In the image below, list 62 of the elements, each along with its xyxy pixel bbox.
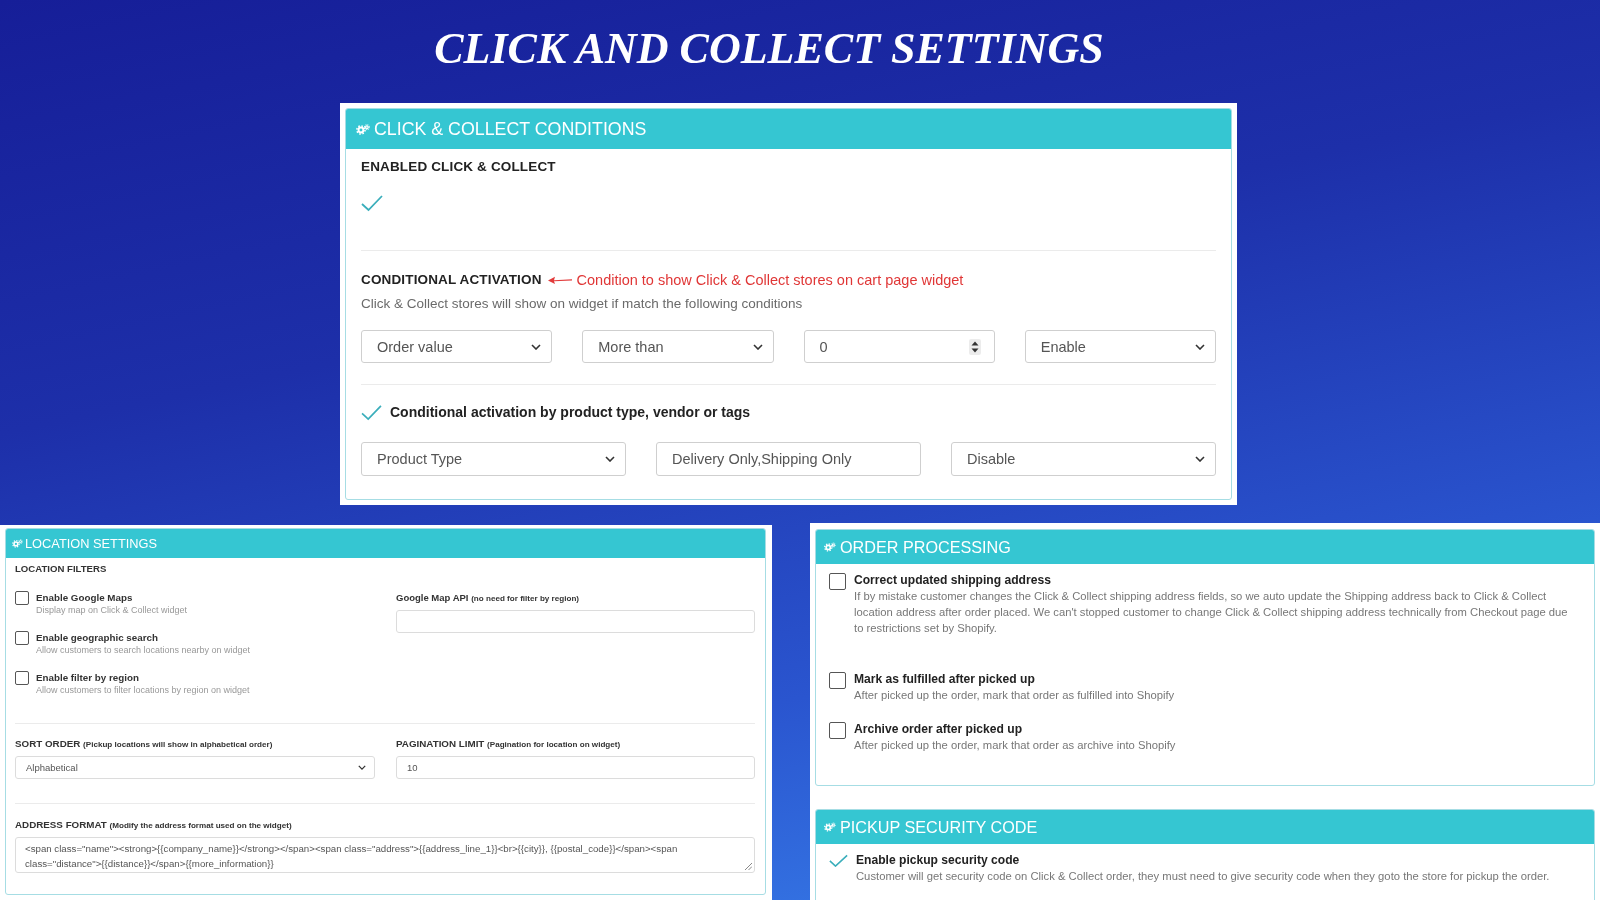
checkbox[interactable] (361, 403, 382, 421)
checkbox-label: Conditional activation by product type, vendor or tags (390, 404, 751, 420)
gears-icon (824, 542, 836, 552)
checkbox-label: Enable filter by region (36, 671, 140, 684)
page-title: CLICK AND COLLECT SETTINGS (434, 23, 1104, 75)
annotation-text: Condition to show Click & Collect stores on cart page widget (576, 272, 964, 288)
checkbox[interactable] (15, 671, 29, 685)
panel-title: ORDER PROCESSING (840, 537, 1011, 557)
checkbox-description: Customer will get security code on Click & Collect order, they must need to give security code when they goto the store for pickup the order. (856, 869, 1550, 884)
checkbox[interactable] (829, 573, 846, 590)
text-field[interactable] (396, 610, 755, 633)
chevron-down-icon (358, 765, 366, 770)
gears-icon (356, 123, 370, 135)
checkbox-label: Enable Google Maps (36, 591, 134, 604)
chevron-down-icon (605, 456, 615, 462)
chevron-down-icon (1195, 456, 1205, 462)
checkbox[interactable] (15, 591, 29, 605)
stepper-arrows-icon (968, 338, 981, 355)
dropdown[interactable]: Disable (951, 442, 1216, 476)
checkbox-description: Allow customers to filter locations by region on widget (36, 684, 250, 696)
panel-title: LOCATION SETTINGS (25, 536, 157, 551)
dropdown[interactable]: More than (582, 330, 774, 363)
section-heading: LOCATION FILTERS (15, 563, 108, 575)
field-label: SORT ORDER (Pickup locations will show in alphabetical order) (15, 738, 274, 751)
field-label: PAGINATION LIMIT (Pagination for location on widget) (396, 738, 622, 751)
panel-title: PICKUP SECURITY CODE (840, 817, 1038, 837)
checkbox-description: After picked up the order, mark that order as fulfilled into Shopify (854, 688, 1175, 703)
field-label: Google Map API (no need for filter by region) (396, 591, 581, 605)
checkbox[interactable] (829, 672, 846, 689)
text-field[interactable]: 10 (396, 756, 755, 779)
text-field[interactable]: Delivery Only,Shipping Only (656, 442, 921, 476)
checkbox-description: After picked up the order, mark that order as archive into Shopify (854, 738, 1176, 753)
checkbox-description: Display map on Click & Collect widget (36, 604, 188, 616)
resize-handle-icon[interactable] (745, 863, 752, 870)
checkbox[interactable] (829, 722, 846, 739)
text-area[interactable]: <span class="name"><strong>{{company_name}}</strong></span><span class="address">{{address_line_1}}<br>{{city}}, {{postal_code}}</span><span class="distance">{{distance}}</span>{{more_information}} (15, 837, 755, 873)
checkbox-label: Mark as fulfilled after picked up (854, 671, 1036, 687)
dropdown[interactable]: Order value (361, 330, 553, 363)
gears-icon (824, 822, 836, 832)
setting-label: ENABLED CLICK & COLLECT (361, 158, 557, 176)
checkbox-description: Allow customers to search locations nearby on widget (36, 644, 251, 656)
checkbox[interactable] (15, 631, 29, 645)
checkbox-label: Correct updated shipping address (854, 572, 1052, 588)
setting-label: CONDITIONAL ACTIVATION (361, 271, 542, 289)
panel-title: CLICK & COLLECT CONDITIONS (374, 118, 647, 140)
chevron-down-icon (1195, 343, 1205, 350)
checkbox-description: If by mistake customer changes the Click & Collect shipping address fields, so we auto update the Shipping address back to Click & Collect location address after order placed. We can't stopped customer to change Click & Collect shipping address technically from Checkout page due to restrictions set by Shopify. (854, 589, 1569, 636)
number-field[interactable]: 0 (803, 330, 995, 363)
chevron-down-icon (752, 343, 763, 350)
left-arrow-icon (547, 276, 572, 284)
dropdown[interactable]: Alphabetical (15, 756, 375, 779)
checkbox[interactable] (361, 194, 383, 212)
dropdown[interactable]: Enable (1024, 330, 1216, 363)
checkbox[interactable] (829, 854, 848, 867)
checkbox-label: Archive order after picked up (854, 721, 1024, 737)
gears-icon (12, 539, 23, 548)
field-label: ADDRESS FORMAT (Modify the address format used on the widget) (15, 819, 293, 832)
dropdown[interactable]: Product Type (361, 442, 626, 476)
chevron-down-icon (531, 343, 542, 350)
checkbox-label: Enable pickup security code (856, 852, 1021, 868)
checkbox-label: Enable geographic search (36, 631, 159, 644)
setting-description: Click & Collect stores will show on widget if match the following conditions (361, 295, 804, 313)
